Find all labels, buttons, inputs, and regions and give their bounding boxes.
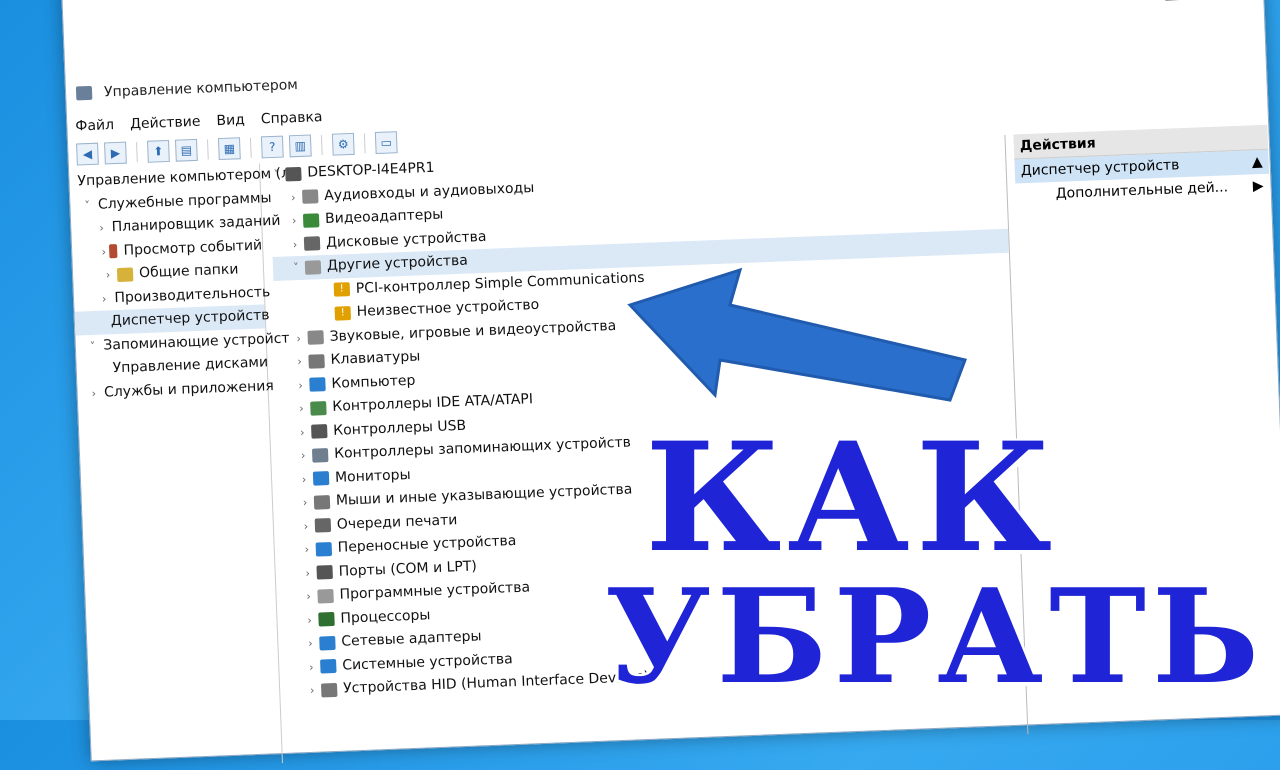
device-label: Компьютер — [331, 372, 416, 392]
monitor-icon[interactable]: ▭ — [374, 131, 398, 155]
device-category-icon — [310, 400, 327, 416]
device-category-icon — [307, 330, 324, 346]
toolbar-separator — [363, 133, 366, 154]
device-category-icon — [318, 612, 335, 627]
toolbar-separator — [249, 137, 252, 158]
expand-arrow-icon[interactable]: › — [299, 538, 314, 562]
expand-arrow-icon[interactable]: › — [101, 263, 116, 287]
nav-item-icon — [105, 221, 107, 236]
expand-arrow-icon[interactable]: ˅ — [289, 256, 304, 280]
minimize-button[interactable]: — — [1103, 0, 1128, 9]
nav-item-icon — [104, 315, 106, 330]
device-category-icon — [317, 588, 334, 604]
nav-item-icon — [71, 175, 72, 190]
toolbar-separator — [136, 142, 138, 163]
menu-view[interactable]: Вид — [216, 112, 245, 129]
device-category-icon — [319, 635, 336, 651]
title-bar: Управление компьютером — [74, 77, 298, 102]
computer-management-icon — [75, 85, 93, 101]
warning-icon: ! — [333, 282, 351, 297]
expand-arrow-icon[interactable]: › — [91, 381, 96, 405]
expand-arrow-icon[interactable]: ˅ — [89, 334, 96, 358]
menu-action[interactable]: Действие — [130, 114, 201, 133]
expand-arrow-icon[interactable]: › — [305, 679, 320, 703]
navigation-tree: Управление компьютером (л ˅ Служебные прог… — [69, 163, 290, 770]
expand-arrow-icon[interactable]: › — [301, 585, 316, 609]
computer-icon — [285, 166, 302, 182]
menu-bar: Файл Действие Вид Справка — [75, 109, 323, 134]
expand-arrow-icon[interactable]: › — [286, 185, 301, 209]
menu-file[interactable]: Файл — [75, 117, 114, 134]
maximize-button[interactable]: ☐ — [1163, 0, 1186, 7]
device-category-icon — [309, 377, 326, 392]
expand-arrow-icon[interactable]: › — [297, 467, 312, 491]
device-category-icon — [302, 189, 319, 205]
expand-arrow-icon[interactable]: › — [288, 232, 303, 256]
view-pane-icon[interactable]: ▥ — [288, 134, 312, 158]
nav-item-icon — [97, 386, 99, 401]
expand-arrow-icon[interactable]: › — [302, 608, 317, 632]
show-hide-tree-icon[interactable]: ▤ — [174, 138, 198, 162]
toolbar-separator — [320, 135, 323, 156]
overlay-title-line2: УБРАТЬ — [605, 560, 1266, 713]
device-category-icon — [314, 518, 332, 533]
help-icon[interactable]: ? — [260, 135, 284, 159]
device-category-icon — [311, 424, 328, 439]
nav-item-icon — [109, 244, 118, 259]
device-label: Процессоры — [340, 606, 431, 627]
nav-item-icon — [108, 291, 109, 306]
nav-item-icon — [91, 198, 93, 213]
device-category-icon — [320, 659, 337, 674]
device-category-icon — [303, 236, 321, 252]
expand-arrow-icon[interactable]: › — [294, 397, 309, 421]
submenu-arrow-icon: ▶ — [1252, 177, 1264, 195]
menu-help[interactable]: Справка — [261, 109, 323, 127]
expand-arrow-icon[interactable]: › — [298, 491, 313, 515]
device-category-icon — [312, 471, 330, 486]
warning-icon: ! — [334, 305, 352, 321]
close-button[interactable]: ✕ — [1220, 0, 1241, 4]
device-category-icon — [304, 259, 322, 275]
expand-arrow-icon[interactable]: › — [100, 240, 108, 264]
device-category-icon — [308, 353, 325, 369]
expand-arrow-icon[interactable]: › — [295, 420, 310, 444]
expand-arrow-icon[interactable]: › — [304, 655, 319, 679]
device-category-icon — [316, 565, 333, 580]
forward-arrow-icon[interactable]: ▶ — [104, 141, 127, 165]
expand-arrow-icon[interactable] — [318, 290, 332, 291]
nav-item-icon — [116, 267, 134, 282]
device-category-icon — [311, 447, 329, 463]
toolbar-separator — [206, 139, 209, 160]
collapse-icon[interactable]: ▲ — [1252, 154, 1263, 170]
expand-arrow-icon[interactable]: ˅ — [84, 194, 90, 218]
expand-arrow-icon[interactable]: › — [291, 326, 306, 350]
expand-arrow-icon[interactable]: ˅ — [269, 163, 284, 187]
expand-arrow-icon[interactable]: › — [293, 373, 308, 397]
nav-item-icon — [97, 339, 98, 354]
device-category-icon — [302, 212, 320, 228]
expand-arrow-icon[interactable]: › — [292, 350, 307, 374]
properties-icon[interactable]: ▦ — [217, 137, 241, 161]
expand-arrow-icon[interactable]: › — [102, 287, 107, 311]
window-title: Управление компьютером — [103, 76, 299, 101]
expand-arrow-icon[interactable]: › — [287, 209, 302, 233]
device-label: Клавиатуры — [330, 348, 421, 368]
nav-item-icon — [106, 362, 108, 377]
device-category-icon — [313, 494, 331, 510]
device-category-icon — [315, 541, 333, 557]
actions-section-label: Диспетчер устройств — [1020, 157, 1180, 180]
expand-arrow-icon[interactable]: › — [298, 514, 313, 538]
expand-arrow-icon[interactable] — [319, 314, 333, 315]
device-label: Мониторы — [334, 466, 411, 486]
more-actions-label: Дополнительные дей... — [1055, 179, 1229, 202]
expand-arrow-icon[interactable]: › — [303, 632, 318, 656]
device-category-icon — [320, 682, 338, 698]
back-arrow-icon[interactable]: ◀ — [76, 142, 99, 166]
expand-arrow-icon[interactable]: › — [296, 444, 311, 468]
up-folder-icon[interactable]: ⬆ — [147, 139, 170, 163]
scan-hardware-icon[interactable]: ⚙ — [331, 132, 355, 156]
expand-arrow-icon[interactable]: › — [99, 217, 104, 241]
expand-arrow-icon[interactable]: › — [300, 561, 315, 585]
